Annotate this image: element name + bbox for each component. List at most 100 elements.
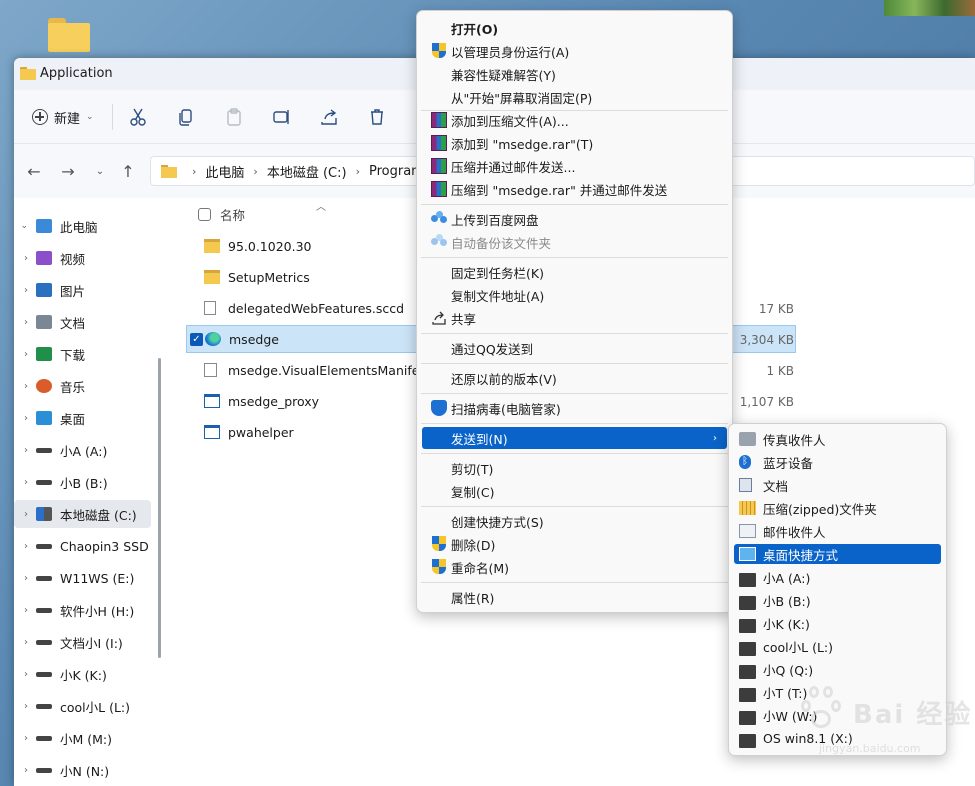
menu-separator <box>421 506 728 507</box>
nav-item-drive-k[interactable]: › 小K (K:) <box>14 660 151 688</box>
toolbar-divider <box>112 104 113 130</box>
nav-item-chaopin3-ssd[interactable]: › Chaopin3 SSD <box>14 532 151 560</box>
menu-item-compatibility[interactable]: 兼容性疑难解答(Y) <box>422 63 727 85</box>
breadcrumb-this-pc[interactable]: 此电脑 <box>205 162 244 181</box>
winrar-icon <box>431 135 447 151</box>
desktop-folder-icon[interactable] <box>48 18 90 52</box>
nav-item-drive-i[interactable]: › 文档小I (I:) <box>14 628 151 656</box>
context-menu: 打开(O) 以管理员身份运行(A) 兼容性疑难解答(Y) 从"开始"屏幕取消固定… <box>416 10 733 613</box>
menu-item-send-to[interactable]: 发送到(N) › <box>422 427 727 449</box>
nav-item-desktop[interactable]: › 桌面 <box>14 404 151 432</box>
menu-item-open[interactable]: 打开(O) <box>422 17 727 39</box>
menu-separator <box>421 333 728 334</box>
menu-item-restore-versions[interactable]: 还原以前的版本(V) <box>422 367 727 389</box>
recent-chevron-icon[interactable]: ⌄ <box>90 162 110 182</box>
menu-item-add-to-rar[interactable]: 添加到 "msedge.rar"(T) <box>422 132 727 154</box>
drive-icon <box>36 735 52 741</box>
nav-item-pictures[interactable]: › 图片 <box>14 276 151 304</box>
menu-separator <box>421 257 728 258</box>
menu-item-copy-path[interactable]: 复制文件地址(A) <box>422 284 727 306</box>
chevron-down-icon: ⌄ <box>86 112 94 122</box>
manifest-file-icon <box>204 363 217 377</box>
fax-icon <box>739 432 756 446</box>
sendto-drive-l[interactable]: cool小L (L:) <box>734 636 941 656</box>
menu-item-cut[interactable]: 剪切(T) <box>422 457 727 479</box>
sendto-drive-k[interactable]: 小K (K:) <box>734 613 941 633</box>
copy-icon[interactable] <box>176 107 196 127</box>
sendto-desktop-shortcut[interactable]: 桌面快捷方式 <box>734 544 941 564</box>
nav-item-music[interactable]: › 音乐 <box>14 372 151 400</box>
drive-icon <box>739 687 756 702</box>
menu-item-upload-baidu[interactable]: 上传到百度网盘 <box>422 208 727 230</box>
back-arrow-icon[interactable]: ← <box>24 162 44 182</box>
menu-separator <box>421 582 728 583</box>
drive-icon <box>36 703 52 709</box>
folder-icon <box>204 270 220 284</box>
new-button[interactable]: 新建 ⌄ <box>32 106 94 128</box>
rename-icon[interactable] <box>272 107 292 127</box>
share-icon <box>432 311 446 325</box>
menu-item-run-as-admin[interactable]: 以管理员身份运行(A) <box>422 40 727 62</box>
menu-item-share[interactable]: 共享 <box>422 307 727 329</box>
menu-separator <box>421 423 728 424</box>
sendto-bluetooth[interactable]: ᛒ 蓝牙设备 <box>734 452 941 472</box>
winrar-icon <box>431 158 447 174</box>
edge-icon <box>205 332 221 346</box>
menu-item-unpin-start[interactable]: 从"开始"屏幕取消固定(P) <box>422 86 727 108</box>
nav-item-this-pc[interactable]: ⌄ 此电脑 <box>14 212 151 240</box>
nav-item-downloads[interactable]: › 下载 <box>14 340 151 368</box>
menu-item-properties[interactable]: 属性(R) <box>422 586 727 608</box>
select-all-checkbox[interactable] <box>198 208 211 221</box>
uac-shield-icon <box>431 43 447 59</box>
window-title: Application <box>40 66 113 81</box>
menu-item-virus-scan[interactable]: 扫描病毒(电脑管家) <box>422 397 727 419</box>
drive-icon <box>739 641 756 656</box>
navigation-pane-scrollbar[interactable] <box>158 358 161 658</box>
desktop-icon <box>739 547 756 561</box>
sendto-drive-q[interactable]: 小Q (Q:) <box>734 659 941 679</box>
nav-item-drive-m[interactable]: › 小M (M:) <box>14 724 151 752</box>
delete-icon[interactable] <box>367 107 387 127</box>
menu-item-copy[interactable]: 复制(C) <box>422 480 727 502</box>
forward-arrow-icon[interactable]: → <box>58 162 78 182</box>
paste-icon[interactable] <box>224 107 244 127</box>
watermark-url: jingyan.baidu.com <box>819 742 921 755</box>
cut-icon[interactable] <box>128 107 148 127</box>
nav-item-drive-b[interactable]: › 小B (B:) <box>14 468 151 496</box>
menu-item-compress-rar-email[interactable]: 压缩到 "msedge.rar" 并通过邮件发送 <box>422 178 727 200</box>
nav-item-drive-e[interactable]: › W11WS (E:) <box>14 564 151 592</box>
checkbox-checked-icon[interactable]: ✓ <box>190 332 203 346</box>
menu-separator <box>421 393 728 394</box>
file-size: 17 KB <box>758 302 794 316</box>
menu-item-pin-taskbar[interactable]: 固定到任务栏(K) <box>422 261 727 283</box>
sendto-documents[interactable]: 文档 <box>734 475 941 495</box>
nav-item-drive-a[interactable]: › 小A (A:) <box>14 436 151 464</box>
menu-item-compress-email[interactable]: 压缩并通过邮件发送... <box>422 155 727 177</box>
sendto-zip-folder[interactable]: 压缩(zipped)文件夹 <box>734 498 941 518</box>
sendto-drive-b[interactable]: 小B (B:) <box>734 590 941 610</box>
mail-icon <box>739 524 756 538</box>
menu-item-rename[interactable]: 重命名(M) <box>422 556 727 578</box>
menu-item-send-qq[interactable]: 通过QQ发送到 <box>422 337 727 359</box>
sendto-mail[interactable]: 邮件收件人 <box>734 521 941 541</box>
plus-icon <box>32 109 48 125</box>
drive-icon <box>36 607 52 613</box>
menu-item-create-shortcut[interactable]: 创建快捷方式(S) <box>422 510 727 532</box>
bluetooth-icon: ᛒ <box>739 455 751 469</box>
nav-item-drive-n[interactable]: › 小N (N:) <box>14 756 151 784</box>
up-arrow-icon[interactable]: ↑ <box>118 162 138 182</box>
drive-icon <box>739 710 756 725</box>
sendto-drive-a[interactable]: 小A (A:) <box>734 567 941 587</box>
nav-item-drive-c[interactable]: › 本地磁盘 (C:) <box>14 500 151 528</box>
download-icon <box>36 347 52 361</box>
column-header-name[interactable]: 名称 <box>220 205 245 224</box>
nav-item-videos[interactable]: › 视频 <box>14 244 151 272</box>
nav-item-documents[interactable]: › 文档 <box>14 308 151 336</box>
nav-item-drive-h[interactable]: › 软件小H (H:) <box>14 596 151 624</box>
menu-item-add-to-archive[interactable]: 添加到压缩文件(A)... <box>422 109 727 131</box>
nav-item-drive-l[interactable]: › cool小L (L:) <box>14 692 151 720</box>
breadcrumb-drive-c[interactable]: 本地磁盘 (C:) <box>267 162 347 181</box>
sendto-fax[interactable]: 传真收件人 <box>734 429 941 449</box>
share-icon[interactable] <box>319 107 339 127</box>
menu-item-delete[interactable]: 删除(D) <box>422 533 727 555</box>
